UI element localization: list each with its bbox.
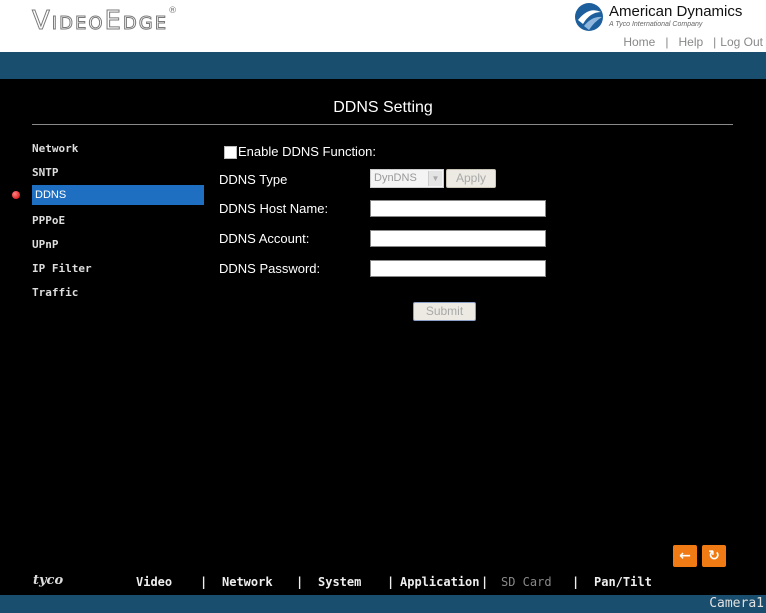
sidebar-item-ip-filter[interactable]: IP Filter [32,260,204,284]
sidebar-item-label: Traffic [32,286,79,299]
bottom-nav: tyco Video | Network | System | Applicat… [0,573,766,595]
top-header: VideoEdge® American Dynamics A Tyco Inte… [0,0,766,52]
enable-ddns-label: Enable DDNS Function: [238,144,377,159]
ddns-account-label: DDNS Account: [219,231,310,246]
submit-button[interactable]: Submit [413,302,476,321]
sidebar-item-traffic[interactable]: Traffic [32,284,204,308]
nav-separator: | [481,575,489,589]
refresh-icon: ↻ [708,548,720,564]
sidebar-item-label: PPPoE [32,214,66,227]
active-indicator-icon [12,191,20,199]
sidebar-item-upnp[interactable]: UPnP [32,236,204,260]
ddns-type-value: DynDNS [374,172,417,184]
nav-separator: | [200,575,208,589]
sidebar-item-label: Network [32,142,79,155]
status-bar: Camera1 [0,595,766,613]
ddns-host-label: DDNS Host Name: [219,201,329,216]
logo-text: VideoEdge [31,6,169,37]
arrow-left-icon: ← [679,548,691,564]
refresh-button[interactable]: ↻ [702,545,726,567]
american-dynamics-logo-icon [575,3,603,31]
apply-button[interactable]: Apply [446,169,496,188]
sidebar-item-network[interactable]: Network [32,140,204,164]
sidebar-item-label: IP Filter [32,262,92,275]
back-button[interactable]: ← [673,545,697,567]
logout-link[interactable]: Log Out [720,35,763,49]
link-separator: | [713,35,717,49]
brand-tagline: A Tyco International Company [609,21,703,28]
enable-ddns-checkbox[interactable] [224,146,237,159]
page-title: DDNS Setting [333,99,433,116]
ddns-type-select[interactable]: DynDNS ▼ [370,169,444,188]
ddns-account-input[interactable] [370,230,546,247]
ddns-type-label: DDNS Type [219,172,288,187]
registered-mark: ® [168,6,180,16]
header-bar [0,52,766,79]
sidebar-item-label: SNTP [32,166,59,179]
nav-separator: | [572,575,580,589]
top-links: Home | Help | Log Out [623,35,763,49]
nav-video[interactable]: Video [136,575,172,589]
brand-name: American Dynamics [609,3,743,20]
help-link[interactable]: Help [678,35,703,49]
ddns-host-input[interactable] [370,200,546,217]
tyco-logo: tyco [33,573,64,588]
nav-pan-tilt[interactable]: Pan/Tilt [594,575,652,589]
chevron-down-icon: ▼ [428,171,442,186]
camera-label: Camera1 [709,596,764,611]
videoedge-logo: VideoEdge® [31,6,180,37]
sidebar: Network SNTP DDNS PPPoE UPnP IP Filter T… [12,140,204,308]
nav-application[interactable]: Application [400,575,479,589]
sidebar-item-label: UPnP [32,238,59,251]
sidebar-item-pppoe[interactable]: PPPoE [32,212,204,236]
nav-separator: | [387,575,395,589]
nav-network[interactable]: Network [222,575,273,589]
nav-system[interactable]: System [318,575,361,589]
sidebar-item-ddns[interactable]: DDNS [12,185,204,205]
link-separator: | [665,35,669,49]
ddns-password-label: DDNS Password: [219,261,321,276]
ddns-password-input[interactable] [370,260,546,277]
home-link[interactable]: Home [623,35,655,49]
title-divider [32,124,733,125]
nav-separator: | [296,575,304,589]
nav-sd-card[interactable]: SD Card [501,575,552,589]
sidebar-item-label: DDNS [35,189,67,201]
